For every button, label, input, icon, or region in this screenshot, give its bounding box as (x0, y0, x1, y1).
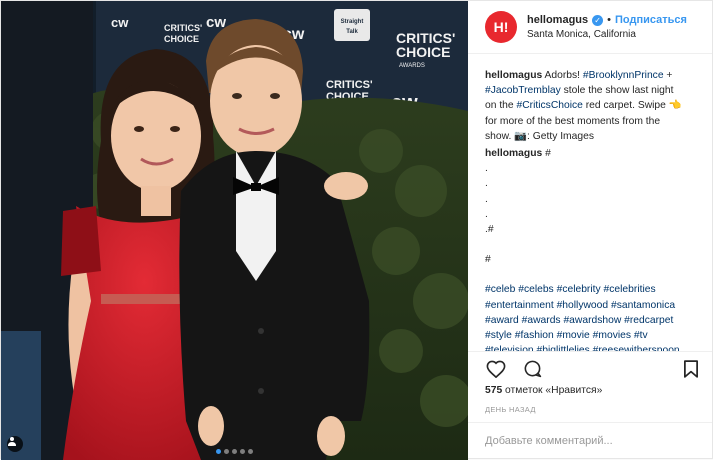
comment-spacer (485, 267, 700, 282)
username-link[interactable]: hellomagus (527, 14, 588, 26)
hashtag-link[interactable]: #celebs (518, 284, 554, 295)
caption-line: show. 📷: Getty Images (485, 129, 700, 144)
hashtag-link[interactable]: #celeb (485, 284, 515, 295)
hashtag-link[interactable]: #awardshow (563, 315, 621, 326)
hashtag-link[interactable]: #style (485, 330, 512, 341)
comment-line: hellomagus # (485, 146, 700, 161)
caption-text: Adorbs! (542, 70, 583, 81)
cw-logo-text: cw (111, 15, 129, 30)
caption-line: #JacobTremblay stole the show last night (485, 83, 700, 98)
caption-text: for more of the best moments from the (485, 115, 661, 127)
hashtag-link[interactable]: #movie (557, 330, 590, 341)
hashtag-link[interactable]: #redcarpet (624, 315, 673, 326)
photo-illustration: cw cw cw cw Straight Talk CRITICS' CHOIC… (1, 1, 468, 460)
avatar[interactable]: H! (485, 11, 517, 43)
hashtag-link[interactable]: #fashion (515, 330, 554, 341)
caption-text: stole the show last night (560, 85, 674, 97)
comment-button[interactable] (521, 358, 543, 380)
carousel-dot (248, 449, 253, 454)
comment-dot-line: . (485, 163, 488, 175)
instagram-post: cw cw cw cw Straight Talk CRITICS' CHOIC… (0, 0, 713, 460)
svg-text:CHOICE: CHOICE (164, 34, 199, 44)
hashtag-link[interactable]: #awards (522, 315, 561, 326)
comment-dot-line: . (485, 178, 488, 190)
carousel-indicator (1, 449, 468, 454)
hashtag-link[interactable]: #tv (634, 330, 648, 341)
svg-text:CRITICS': CRITICS' (164, 23, 202, 33)
hashtag-row: #style #fashion #movie #movies #tv (485, 328, 700, 343)
post-photo[interactable]: cw cw cw cw Straight Talk CRITICS' CHOIC… (1, 1, 468, 460)
caption-text: on the (485, 100, 517, 112)
cw-logo-text: cw (206, 14, 226, 31)
hashtag-link[interactable]: #entertainment (485, 300, 554, 311)
like-button[interactable] (485, 358, 507, 380)
likes-count[interactable]: 575 отметок «Нравится» (468, 385, 712, 400)
follow-button[interactable]: Подписаться (615, 14, 687, 26)
caption-line: for more of the best moments from the (485, 114, 700, 129)
comment-username[interactable]: hellomagus (485, 148, 542, 159)
hashtag-row: #entertainment #hollywood #santamonica (485, 298, 700, 313)
comment-spacer (485, 237, 700, 252)
caption-line: hellomagus Adorbs! #BrooklynnPrince + (485, 68, 700, 83)
caption-text: + (663, 70, 673, 81)
carousel-dot (240, 449, 245, 454)
save-button[interactable] (680, 358, 702, 380)
hashtag-row: #award #awards #awardshow #redcarpet (485, 313, 700, 328)
svg-text:CRITICS': CRITICS' (326, 79, 373, 91)
hashtag-link[interactable]: #CriticsChoice (517, 100, 583, 111)
hashtag-link[interactable]: #award (485, 315, 519, 326)
comment-form (468, 422, 712, 458)
comment-input[interactable] (485, 434, 700, 447)
svg-text:CHOICE: CHOICE (396, 44, 450, 60)
carousel-dot (216, 449, 221, 454)
hashtag-link[interactable]: #santamonica (611, 300, 675, 311)
hashtag-row: #television #biglittlelies #reesewithers… (485, 343, 700, 351)
header-row: hellomagus ✓ • Подписаться (527, 14, 687, 26)
post-header: H! hellomagus ✓ • Подписаться Santa Moni… (468, 1, 712, 54)
comment-dot-line: . (485, 193, 488, 205)
comment-hash-line: # (485, 254, 491, 266)
bookmark-icon (684, 359, 698, 378)
comment-dot-line: . (485, 208, 488, 220)
svg-text:AWARDS: AWARDS (399, 63, 425, 69)
comment-hashtags: hellomagus #.... .# # #celeb #celebs #celeb… (485, 146, 700, 351)
hashtag-link[interactable]: #BrooklynnPrince (583, 70, 664, 81)
comments-area: hellomagus Adorbs! #BrooklynnPrince + #Ja… (468, 54, 712, 351)
post-side-panel: H! hellomagus ✓ • Подписаться Santa Moni… (468, 1, 712, 458)
hashtag-link[interactable]: #movies (593, 330, 631, 341)
carousel-dot (224, 449, 229, 454)
comment-text: # (542, 148, 551, 160)
caption: hellomagus Adorbs! #BrooklynnPrince + #Ja… (485, 68, 700, 144)
hashtag-link[interactable]: #hollywood (557, 300, 609, 311)
hashtag-link[interactable]: #celebrities (604, 284, 656, 295)
caption-line: on the #CriticsChoice red carpet. Swipe … (485, 98, 700, 113)
carousel-dot (232, 449, 237, 454)
header-text: hellomagus ✓ • Подписаться Santa Monica,… (527, 14, 687, 40)
heart-icon (486, 360, 506, 378)
location-link[interactable]: Santa Monica, California (527, 29, 687, 40)
post-timestamp[interactable]: ДЕНЬ НАЗАД (468, 400, 712, 422)
hashtag-link[interactable]: #JacobTremblay (485, 85, 561, 96)
svg-text:Straight: Straight (341, 19, 364, 25)
svg-text:Talk: Talk (346, 29, 358, 35)
caption-text: red carpet. Swipe 👈 (582, 100, 682, 112)
likes-number: 575 (485, 385, 503, 396)
verified-badge-icon: ✓ (592, 14, 604, 26)
separator-dot: • (607, 14, 611, 26)
action-bar (468, 351, 712, 385)
likes-label: отметок «Нравится» (502, 385, 603, 396)
caption-text: show. 📷: Getty Images (485, 130, 594, 142)
hashtag-link[interactable]: #celebrity (557, 284, 601, 295)
comment-bubble-icon (524, 360, 541, 378)
caption-username[interactable]: hellomagus (485, 70, 542, 81)
comment-dot-line: .# (485, 224, 494, 236)
hashtag-row: #celeb #celebs #celebrity #celebrities (485, 282, 700, 297)
